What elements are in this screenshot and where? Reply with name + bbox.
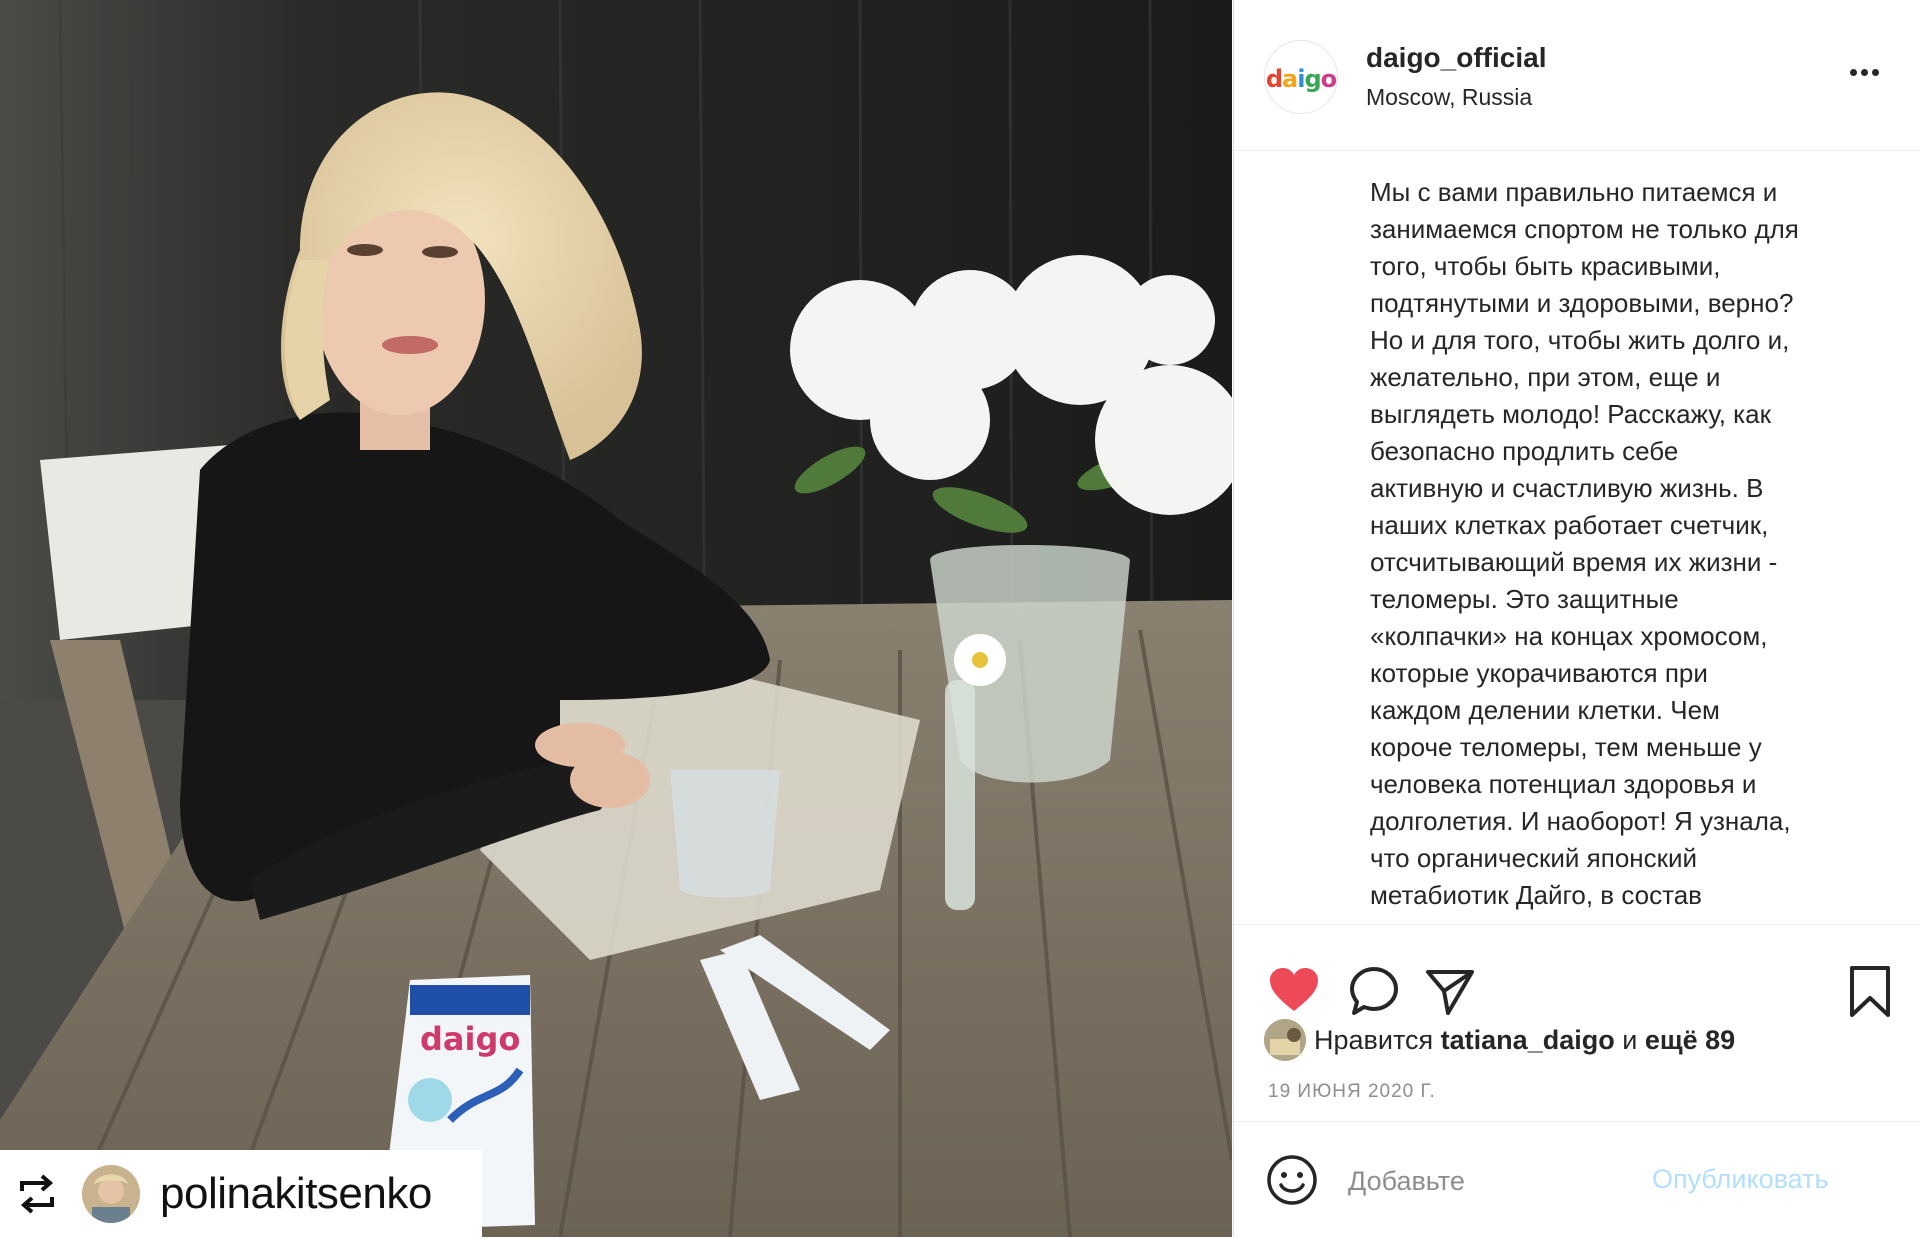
- repost-credit: polinakitsenko: [0, 1150, 482, 1237]
- share-button[interactable]: [1422, 963, 1478, 1019]
- heart-filled-icon: [1270, 968, 1318, 1011]
- photo-scene: daigo: [0, 0, 1232, 1237]
- likes-summary[interactable]: Нравится tatiana_daigo и ещё 89: [1264, 1017, 1735, 1063]
- liker-avatar[interactable]: [1264, 1019, 1306, 1061]
- account-name[interactable]: daigo_official: [1366, 42, 1546, 74]
- post-header: daigo daigo_official Moscow, Russia: [1234, 0, 1920, 151]
- comment-input[interactable]: [1346, 1158, 1640, 1204]
- post-date[interactable]: 19 ИЮНЯ 2020 Г.: [1268, 1081, 1436, 1103]
- likes-prefix: Нравится: [1314, 1024, 1434, 1055]
- more-options-button[interactable]: [1848, 58, 1894, 88]
- speech-bubble-icon: [1350, 967, 1398, 1015]
- instagram-post: daigo polinakitsenko daigo daigo_officia…: [0, 0, 1920, 1237]
- comment-bar: Опубликовать: [1234, 1121, 1920, 1238]
- account-avatar[interactable]: daigo: [1264, 40, 1338, 114]
- repost-user-avatar[interactable]: [82, 1164, 140, 1223]
- likes-text: Нравится tatiana_daigo и ещё 89: [1314, 1025, 1735, 1056]
- brand-logo: daigo: [1265, 65, 1337, 93]
- paper-plane-icon: [1426, 970, 1474, 1015]
- save-button[interactable]: [1842, 963, 1898, 1019]
- action-bar: Нравится tatiana_daigo и ещё 89 19 ИЮНЯ …: [1234, 924, 1920, 1135]
- box-logo-text: daigo: [420, 1020, 520, 1058]
- bookmark-icon: [1850, 966, 1890, 1017]
- smiley-icon: [1267, 1155, 1317, 1205]
- ellipsis-icon: [1850, 69, 1857, 76]
- post-sidebar: daigo daigo_official Moscow, Russia Мы с…: [1233, 0, 1920, 1237]
- repost-username[interactable]: polinakitsenko: [160, 1169, 432, 1219]
- liker-username[interactable]: tatiana_daigo: [1441, 1025, 1615, 1055]
- post-photo[interactable]: daigo polinakitsenko: [0, 0, 1232, 1237]
- likes-connector: и: [1622, 1024, 1638, 1055]
- comment-button[interactable]: [1346, 963, 1402, 1019]
- emoji-button[interactable]: [1264, 1152, 1320, 1208]
- post-caption: Мы с вами правильно питаемся и занимаемс…: [1370, 177, 1799, 910]
- account-location[interactable]: Moscow, Russia: [1366, 84, 1532, 111]
- repost-arrows-icon: [20, 1173, 54, 1214]
- publish-button[interactable]: Опубликовать: [1652, 1156, 1829, 1202]
- caption-container[interactable]: Мы с вами правильно питаемся и занимаемс…: [1370, 150, 1890, 920]
- like-button[interactable]: [1266, 963, 1322, 1019]
- likes-count[interactable]: ещё 89: [1645, 1025, 1735, 1055]
